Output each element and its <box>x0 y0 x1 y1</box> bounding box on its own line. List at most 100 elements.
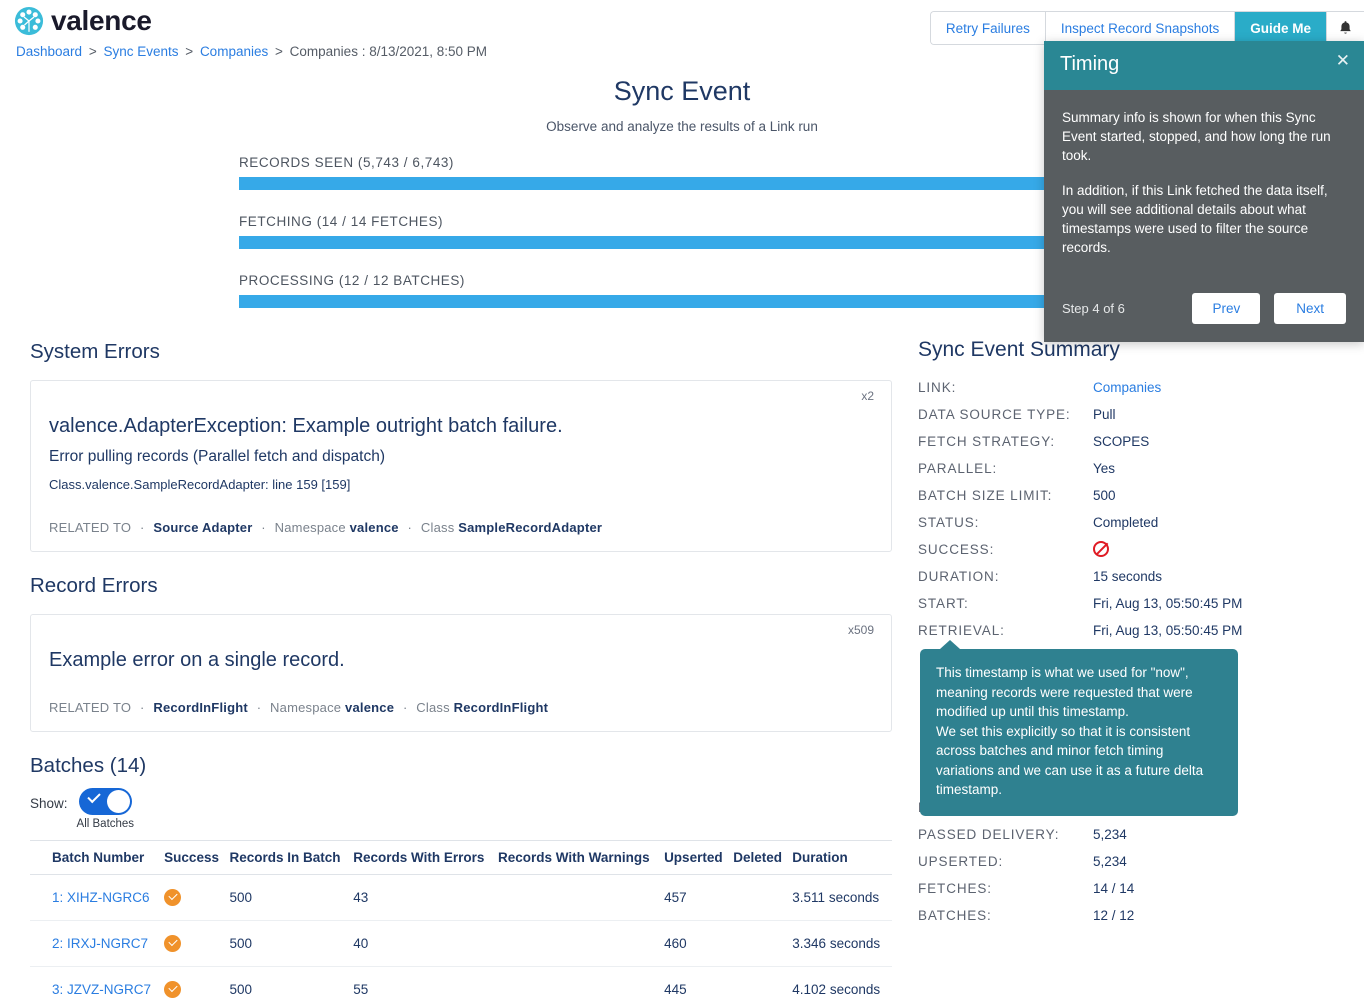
cell-upserted: 445 <box>664 966 734 1000</box>
related-class-label: Class <box>416 700 450 715</box>
guide-step-indicator: Step 4 of 6 <box>1062 301 1125 316</box>
record-errors-heading: Record Errors <box>30 574 158 597</box>
summary-row-success: SUCCESS: <box>918 536 1358 563</box>
summary-row-batches: BATCHES: 12 / 12 <box>918 902 1358 929</box>
related-namespace-value: valence <box>349 520 399 535</box>
brand: valence <box>14 6 152 36</box>
summary-key: BATCH SIZE LIMIT: <box>918 488 1053 503</box>
related-class-value: SampleRecordAdapter <box>458 520 603 535</box>
cell-records-with-warnings <box>498 966 665 1000</box>
cell-records-in-batch: 500 <box>229 874 354 921</box>
all-batches-toggle-group: All Batches <box>77 788 134 830</box>
breadcrumb-item-companies[interactable]: Companies <box>200 44 268 59</box>
summary-value: Yes <box>1093 461 1116 476</box>
col-duration[interactable]: Duration <box>792 840 892 875</box>
summary-key: PARALLEL: <box>918 461 998 476</box>
system-error-stack: Class.valence.SampleRecordAdapter: line … <box>49 477 351 492</box>
summary-row-duration: DURATION: 15 seconds <box>918 563 1358 590</box>
cell-batch-number[interactable]: 2: IRXJ-NGRC7 <box>30 920 165 967</box>
cell-records-with-errors: 55 <box>353 966 499 1000</box>
records-seen-fill <box>239 177 1117 190</box>
summary-key: UPSERTED: <box>918 854 1004 869</box>
retrieval-tooltip: This timestamp is what we used for "now"… <box>920 640 1238 816</box>
summary-key: BATCHES: <box>918 908 992 923</box>
table-row[interactable]: 1: XIHZ-NGRC6 500 43 457 3.511 seconds <box>30 874 892 921</box>
inspect-record-snapshots-button[interactable]: Inspect Record Snapshots <box>1045 12 1236 44</box>
summary-row-start: START: Fri, Aug 13, 05:50:45 PM <box>918 590 1358 617</box>
summary-key: SUCCESS: <box>918 542 995 557</box>
record-error-related: RELATED TO · RecordInFlight · Namespace … <box>49 700 873 715</box>
cell-batch-number[interactable]: 1: XIHZ-NGRC6 <box>30 874 165 921</box>
guide-paragraph-1: Summary info is shown for when this Sync… <box>1062 110 1331 163</box>
summary-row-retrieval: RETRIEVAL: Fri, Aug 13, 05:50:45 PM <box>918 617 1358 644</box>
toggle-knob <box>106 790 130 813</box>
col-batch-number[interactable]: Batch Number <box>30 840 165 875</box>
table-row[interactable]: 3: JZVZ-NGRC7 500 55 445 4.102 seconds <box>30 966 892 1000</box>
related-recordinflight: RecordInFlight <box>153 700 248 715</box>
related-separator: · <box>402 700 408 715</box>
cell-duration: 3.346 seconds <box>792 920 892 967</box>
col-deleted[interactable]: Deleted <box>733 840 793 875</box>
guide-next-button[interactable]: Next <box>1274 293 1346 324</box>
link-companies[interactable]: Companies <box>1093 380 1161 395</box>
related-separator: · <box>256 700 262 715</box>
guide-popup: Timing ✕ Summary info is shown for when … <box>1044 41 1364 342</box>
cell-batch-number[interactable]: 3: JZVZ-NGRC7 <box>30 966 165 1000</box>
not-successful-icon <box>1093 541 1109 557</box>
system-error-related: RELATED TO · Source Adapter · Namespace … <box>49 520 873 535</box>
system-errors-heading: System Errors <box>30 340 160 363</box>
cell-records-in-batch: 500 <box>229 920 354 967</box>
col-records-in-batch[interactable]: Records In Batch <box>229 840 354 875</box>
close-icon[interactable]: ✕ <box>1336 52 1350 69</box>
header-button-group: Retry Failures Inspect Record Snapshots … <box>929 11 1364 45</box>
col-upserted[interactable]: Upserted <box>664 840 734 875</box>
guide-me-button[interactable]: Guide Me <box>1235 12 1327 44</box>
batches-heading: Batches (14) <box>30 754 147 777</box>
cell-records-with-warnings <box>498 874 665 921</box>
summary-row-status: STATUS: Completed <box>918 509 1358 536</box>
col-success[interactable]: Success <box>164 840 230 875</box>
breadcrumb-current: Companies : 8/13/2021, 8:50 PM <box>289 44 488 59</box>
notifications-button[interactable] <box>1327 12 1364 44</box>
summary-value: SCOPES <box>1093 434 1150 449</box>
breadcrumb-separator: > <box>185 44 194 59</box>
cell-records-with-errors: 43 <box>353 874 499 921</box>
guide-popup-title: Timing <box>1060 53 1120 75</box>
breadcrumb-item-dashboard[interactable]: Dashboard <box>16 44 82 59</box>
retry-failures-button[interactable]: Retry Failures <box>930 12 1046 44</box>
breadcrumb: Dashboard > Sync Events > Companies > Co… <box>16 44 487 59</box>
summary-value: 500 <box>1093 488 1116 503</box>
summary-key: STATUS: <box>918 515 980 530</box>
cell-deleted <box>733 966 793 1000</box>
col-records-with-warnings[interactable]: Records With Warnings <box>498 840 665 875</box>
cell-success <box>164 874 230 921</box>
summary-key: FETCH STRATEGY: <box>918 434 1056 449</box>
summary-value: Pull <box>1093 407 1116 422</box>
cell-duration: 3.511 seconds <box>792 874 892 921</box>
guide-popup-body: Summary info is shown for when this Sync… <box>1044 90 1364 287</box>
all-batches-toggle[interactable] <box>78 788 132 815</box>
breadcrumb-item-sync-events[interactable]: Sync Events <box>103 44 178 59</box>
summary-row-link: LINK: Companies <box>918 374 1358 401</box>
batch-link[interactable]: 2: IRXJ-NGRC7 <box>52 936 148 951</box>
related-source-adapter: Source Adapter <box>153 520 253 535</box>
guide-popup-footer: Step 4 of 6 Prev Next <box>1044 287 1364 342</box>
summary-row-passed-delivery: PASSED DELIVERY: 5,234 <box>918 821 1358 848</box>
guide-prev-button[interactable]: Prev <box>1192 293 1261 324</box>
related-namespace-label: Namespace <box>274 520 346 535</box>
summary-value: Fri, Aug 13, 05:50:45 PM <box>1093 596 1243 611</box>
summary-row-fetches: FETCHES: 14 / 14 <box>918 875 1358 902</box>
system-error-card: x2 valence.AdapterException: Example out… <box>30 380 892 552</box>
brand-name: valence <box>51 5 152 36</box>
col-records-with-errors[interactable]: Records With Errors <box>353 840 499 875</box>
cell-records-in-batch: 500 <box>229 966 354 1000</box>
summary-key: START: <box>918 596 969 611</box>
summary-row-batch-size-limit: BATCH SIZE LIMIT: 500 <box>918 482 1358 509</box>
batch-link[interactable]: 3: JZVZ-NGRC7 <box>52 982 151 997</box>
table-row[interactable]: 2: IRXJ-NGRC7 500 40 460 3.346 seconds <box>30 920 892 967</box>
batch-link[interactable]: 1: XIHZ-NGRC6 <box>52 890 150 905</box>
record-error-title: Example error on a single record. <box>49 649 345 671</box>
summary-value: Companies <box>1093 374 1161 401</box>
summary-value: 15 seconds <box>1093 569 1163 584</box>
cell-records-with-warnings <box>498 920 665 967</box>
